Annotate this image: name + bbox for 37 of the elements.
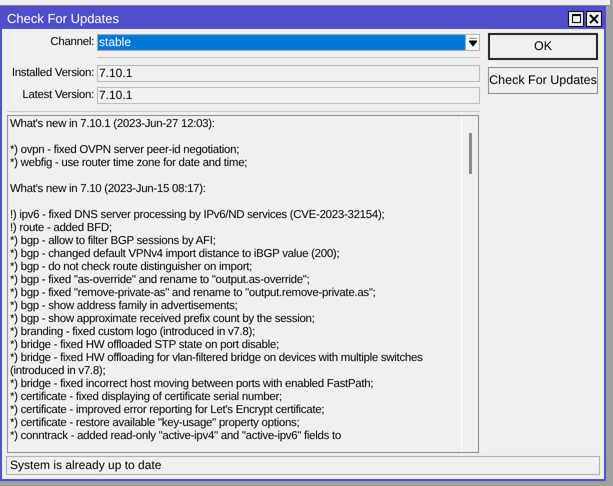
changelog-line: *) bgp - do not check route distinguisher on import; <box>10 261 254 274</box>
changelog-line: *) bridge - fixed incorrect host moving between ports with enabled FastPath; <box>10 378 374 392</box>
field-label: Latest Version: <box>21 88 95 104</box>
changelog-line: *) branding - fixed custom logo (introduced in v7.8); <box>10 326 256 340</box>
changelog-line: !) route - added BFD; <box>10 222 113 236</box>
changelog-line: *) bgp - allow to filter BGP sessions by AFI; <box>10 235 217 248</box>
changelog-line: What's new in 7.10 (2023-Jun-15 08:17): <box>10 183 207 196</box>
changelog-line: *) webfig - use router time zone for date and time; <box>10 157 248 170</box>
dropdown-value: stable <box>98 35 465 50</box>
window-title: Check For Updates <box>7 10 119 28</box>
dropdown-arrow-icon <box>465 35 479 50</box>
changelog-line: *) bridge - fixed HW offloaded STP state on port disable; <box>10 339 280 352</box>
channel-dropdown[interactable]: stable <box>97 34 480 52</box>
version-field: 7.10.1 <box>97 64 480 82</box>
close-button[interactable] <box>586 10 602 26</box>
changelog-line: *) bgp - changed default VPNv4 import distance to iBGP value (200); <box>10 248 340 262</box>
dialog-button[interactable]: Check For Updates <box>488 67 598 94</box>
changelog-line: (introduced in v7.8); <box>10 365 106 378</box>
changelog-line: *) conntrack - added read-only "active-ipv4" and "active-ipv6" fields to <box>10 430 342 444</box>
field-label: Channel: <box>49 35 95 50</box>
changelog-line: *) bgp - fixed "as-override" and rename to "output.as-override"; <box>10 274 310 288</box>
changelog-line: *) bgp - show approximate received prefix count by the session; <box>10 313 316 326</box>
status-bar: System is already up to date <box>6 456 600 475</box>
changelog-line: What's new in 7.10.1 (2023-Jun-27 12:03): <box>10 118 216 132</box>
changelog-line: *) certificate - restore available "key-usage" property options; <box>10 417 300 430</box>
dialog-button[interactable]: OK <box>488 33 598 60</box>
maximize-button[interactable] <box>568 10 584 26</box>
changelog-line: *) bridge - fixed HW offloading for vlan-filtered bridge on devices with multiple switches <box>10 352 424 366</box>
changelog-line: *) certificate - improved error reporting for Let's Encrypt certificate; <box>10 404 326 418</box>
changelog-line: *) bgp - show address family in advertisements; <box>10 300 239 314</box>
changelog-line: *) ovpn - fixed OVPN server peer-id negotiation; <box>10 144 240 158</box>
field-label: Installed Version: <box>10 66 95 81</box>
changelog-line: *) certificate - fixed displaying of certificate serial number; <box>10 391 283 404</box>
scrollbar-thumb[interactable] <box>468 133 472 174</box>
changelog-line: !) ipv6 - fixed DNS server processing by IPv6/ND services (CVE-2023-32154); <box>10 209 386 222</box>
version-field: 7.10.1 <box>97 87 480 104</box>
changelog-line: *) bgp - fixed "remove-private-as" and rename to "output.remove-private.as"; <box>10 287 377 300</box>
